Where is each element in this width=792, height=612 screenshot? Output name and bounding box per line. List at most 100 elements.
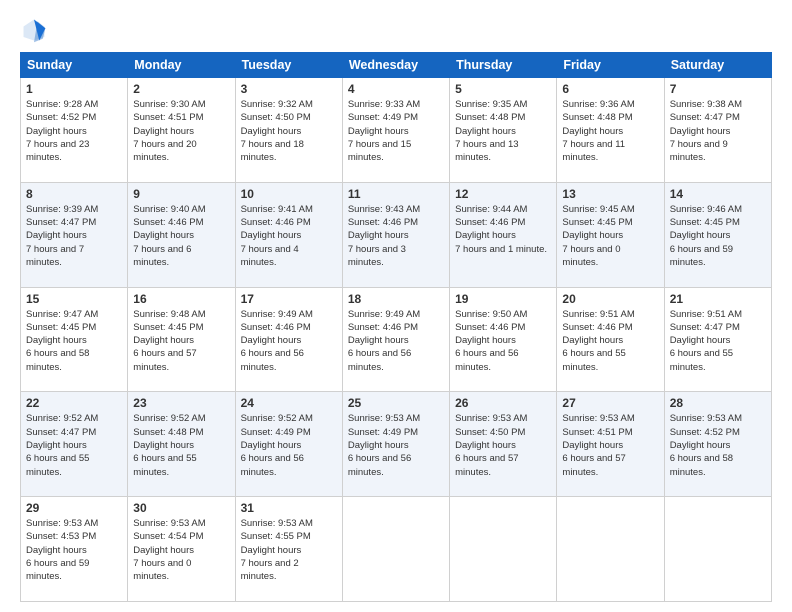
cell-info: Sunrise: 9:39 AMSunset: 4:47 PMDaylight … [26, 204, 98, 268]
calendar-cell: 26 Sunrise: 9:53 AMSunset: 4:50 PMDaylig… [450, 392, 557, 497]
cell-info: Sunrise: 9:35 AMSunset: 4:48 PMDaylight … [455, 99, 527, 163]
day-number: 7 [670, 82, 766, 96]
col-header-friday: Friday [557, 53, 664, 78]
day-number: 2 [133, 82, 229, 96]
cell-info: Sunrise: 9:53 AMSunset: 4:50 PMDaylight … [455, 413, 527, 477]
col-header-saturday: Saturday [664, 53, 771, 78]
day-number: 13 [562, 187, 658, 201]
cell-info: Sunrise: 9:44 AMSunset: 4:46 PMDaylight … [455, 204, 547, 255]
day-number: 14 [670, 187, 766, 201]
cell-info: Sunrise: 9:53 AMSunset: 4:49 PMDaylight … [348, 413, 420, 477]
calendar-cell: 9 Sunrise: 9:40 AMSunset: 4:46 PMDayligh… [128, 182, 235, 287]
calendar-cell: 29 Sunrise: 9:53 AMSunset: 4:53 PMDaylig… [21, 497, 128, 602]
day-number: 19 [455, 292, 551, 306]
calendar-cell: 25 Sunrise: 9:53 AMSunset: 4:49 PMDaylig… [342, 392, 449, 497]
day-number: 21 [670, 292, 766, 306]
calendar-cell: 24 Sunrise: 9:52 AMSunset: 4:49 PMDaylig… [235, 392, 342, 497]
calendar-week-row: 22 Sunrise: 9:52 AMSunset: 4:47 PMDaylig… [21, 392, 772, 497]
calendar-week-row: 1 Sunrise: 9:28 AMSunset: 4:52 PMDayligh… [21, 78, 772, 183]
day-number: 15 [26, 292, 122, 306]
cell-info: Sunrise: 9:53 AMSunset: 4:52 PMDaylight … [670, 413, 742, 477]
cell-info: Sunrise: 9:53 AMSunset: 4:54 PMDaylight … [133, 518, 205, 582]
day-number: 12 [455, 187, 551, 201]
calendar-cell: 14 Sunrise: 9:46 AMSunset: 4:45 PMDaylig… [664, 182, 771, 287]
calendar-cell: 6 Sunrise: 9:36 AMSunset: 4:48 PMDayligh… [557, 78, 664, 183]
calendar-cell: 2 Sunrise: 9:30 AMSunset: 4:51 PMDayligh… [128, 78, 235, 183]
cell-info: Sunrise: 9:50 AMSunset: 4:46 PMDaylight … [455, 309, 527, 373]
calendar-week-row: 8 Sunrise: 9:39 AMSunset: 4:47 PMDayligh… [21, 182, 772, 287]
cell-info: Sunrise: 9:51 AMSunset: 4:47 PMDaylight … [670, 309, 742, 373]
calendar-week-row: 29 Sunrise: 9:53 AMSunset: 4:53 PMDaylig… [21, 497, 772, 602]
cell-info: Sunrise: 9:38 AMSunset: 4:47 PMDaylight … [670, 99, 742, 163]
cell-info: Sunrise: 9:47 AMSunset: 4:45 PMDaylight … [26, 309, 98, 373]
calendar-cell [342, 497, 449, 602]
header [20, 16, 772, 44]
col-header-wednesday: Wednesday [342, 53, 449, 78]
calendar-cell: 5 Sunrise: 9:35 AMSunset: 4:48 PMDayligh… [450, 78, 557, 183]
day-number: 29 [26, 501, 122, 515]
cell-info: Sunrise: 9:48 AMSunset: 4:45 PMDaylight … [133, 309, 205, 373]
day-number: 10 [241, 187, 337, 201]
calendar-cell [557, 497, 664, 602]
day-number: 5 [455, 82, 551, 96]
day-number: 8 [26, 187, 122, 201]
page: SundayMondayTuesdayWednesdayThursdayFrid… [0, 0, 792, 612]
day-number: 1 [26, 82, 122, 96]
calendar-cell: 21 Sunrise: 9:51 AMSunset: 4:47 PMDaylig… [664, 287, 771, 392]
calendar-cell: 20 Sunrise: 9:51 AMSunset: 4:46 PMDaylig… [557, 287, 664, 392]
day-number: 27 [562, 396, 658, 410]
calendar-cell: 18 Sunrise: 9:49 AMSunset: 4:46 PMDaylig… [342, 287, 449, 392]
calendar-cell: 22 Sunrise: 9:52 AMSunset: 4:47 PMDaylig… [21, 392, 128, 497]
calendar-cell: 3 Sunrise: 9:32 AMSunset: 4:50 PMDayligh… [235, 78, 342, 183]
calendar-cell: 10 Sunrise: 9:41 AMSunset: 4:46 PMDaylig… [235, 182, 342, 287]
calendar-cell: 28 Sunrise: 9:53 AMSunset: 4:52 PMDaylig… [664, 392, 771, 497]
cell-info: Sunrise: 9:36 AMSunset: 4:48 PMDaylight … [562, 99, 634, 163]
calendar-cell: 11 Sunrise: 9:43 AMSunset: 4:46 PMDaylig… [342, 182, 449, 287]
calendar-table: SundayMondayTuesdayWednesdayThursdayFrid… [20, 52, 772, 602]
cell-info: Sunrise: 9:52 AMSunset: 4:49 PMDaylight … [241, 413, 313, 477]
cell-info: Sunrise: 9:52 AMSunset: 4:48 PMDaylight … [133, 413, 205, 477]
cell-info: Sunrise: 9:46 AMSunset: 4:45 PMDaylight … [670, 204, 742, 268]
day-number: 17 [241, 292, 337, 306]
cell-info: Sunrise: 9:53 AMSunset: 4:55 PMDaylight … [241, 518, 313, 582]
day-number: 3 [241, 82, 337, 96]
calendar-cell: 17 Sunrise: 9:49 AMSunset: 4:46 PMDaylig… [235, 287, 342, 392]
calendar-cell: 30 Sunrise: 9:53 AMSunset: 4:54 PMDaylig… [128, 497, 235, 602]
cell-info: Sunrise: 9:45 AMSunset: 4:45 PMDaylight … [562, 204, 634, 268]
calendar-cell: 23 Sunrise: 9:52 AMSunset: 4:48 PMDaylig… [128, 392, 235, 497]
calendar-cell [664, 497, 771, 602]
calendar-cell [450, 497, 557, 602]
calendar-week-row: 15 Sunrise: 9:47 AMSunset: 4:45 PMDaylig… [21, 287, 772, 392]
day-number: 20 [562, 292, 658, 306]
logo-icon [20, 16, 48, 44]
col-header-monday: Monday [128, 53, 235, 78]
col-header-sunday: Sunday [21, 53, 128, 78]
day-number: 26 [455, 396, 551, 410]
logo [20, 16, 52, 44]
day-number: 30 [133, 501, 229, 515]
cell-info: Sunrise: 9:40 AMSunset: 4:46 PMDaylight … [133, 204, 205, 268]
calendar-cell: 12 Sunrise: 9:44 AMSunset: 4:46 PMDaylig… [450, 182, 557, 287]
calendar-cell: 4 Sunrise: 9:33 AMSunset: 4:49 PMDayligh… [342, 78, 449, 183]
cell-info: Sunrise: 9:53 AMSunset: 4:53 PMDaylight … [26, 518, 98, 582]
cell-info: Sunrise: 9:51 AMSunset: 4:46 PMDaylight … [562, 309, 634, 373]
calendar-cell: 8 Sunrise: 9:39 AMSunset: 4:47 PMDayligh… [21, 182, 128, 287]
day-number: 31 [241, 501, 337, 515]
calendar-cell: 1 Sunrise: 9:28 AMSunset: 4:52 PMDayligh… [21, 78, 128, 183]
calendar-cell: 15 Sunrise: 9:47 AMSunset: 4:45 PMDaylig… [21, 287, 128, 392]
calendar-cell: 19 Sunrise: 9:50 AMSunset: 4:46 PMDaylig… [450, 287, 557, 392]
cell-info: Sunrise: 9:41 AMSunset: 4:46 PMDaylight … [241, 204, 313, 268]
day-number: 28 [670, 396, 766, 410]
day-number: 18 [348, 292, 444, 306]
cell-info: Sunrise: 9:33 AMSunset: 4:49 PMDaylight … [348, 99, 420, 163]
cell-info: Sunrise: 9:28 AMSunset: 4:52 PMDaylight … [26, 99, 98, 163]
day-number: 9 [133, 187, 229, 201]
cell-info: Sunrise: 9:49 AMSunset: 4:46 PMDaylight … [241, 309, 313, 373]
calendar-cell: 7 Sunrise: 9:38 AMSunset: 4:47 PMDayligh… [664, 78, 771, 183]
cell-info: Sunrise: 9:52 AMSunset: 4:47 PMDaylight … [26, 413, 98, 477]
day-number: 23 [133, 396, 229, 410]
day-number: 4 [348, 82, 444, 96]
cell-info: Sunrise: 9:53 AMSunset: 4:51 PMDaylight … [562, 413, 634, 477]
calendar-cell: 13 Sunrise: 9:45 AMSunset: 4:45 PMDaylig… [557, 182, 664, 287]
col-header-thursday: Thursday [450, 53, 557, 78]
